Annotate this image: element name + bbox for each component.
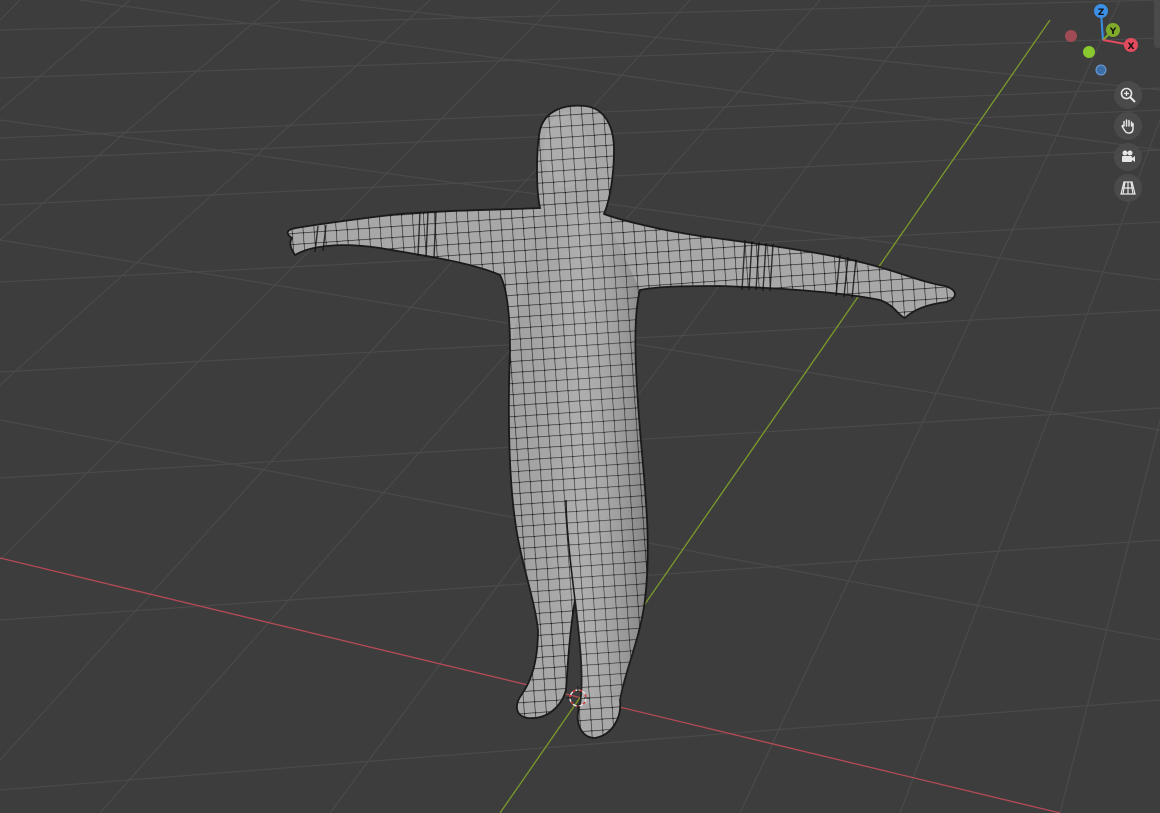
camera-view-button[interactable] bbox=[1114, 143, 1142, 171]
humanoid-mesh[interactable] bbox=[286, 104, 956, 739]
gizmo-z-label: Z bbox=[1098, 8, 1105, 18]
gizmo-neg-y[interactable] bbox=[1083, 46, 1095, 58]
perspective-toggle-button[interactable] bbox=[1114, 174, 1142, 202]
gizmo-neg-x[interactable] bbox=[1065, 30, 1077, 42]
gizmo-y-label: Y bbox=[1109, 27, 1117, 37]
perspective-grid-icon bbox=[1120, 181, 1136, 195]
viewport-scene[interactable] bbox=[0, 0, 1160, 813]
zoom-icon bbox=[1120, 87, 1136, 103]
camera-view-icon bbox=[1122, 150, 1135, 162]
pan-button[interactable] bbox=[1114, 112, 1142, 140]
gizmo-x-label: X bbox=[1128, 42, 1135, 52]
mesh-head-highlight bbox=[544, 112, 588, 188]
3d-viewport[interactable]: Z Y X bbox=[0, 0, 1160, 813]
pan-hand-icon bbox=[1121, 119, 1134, 134]
gizmo-neg-z[interactable] bbox=[1095, 64, 1107, 76]
zoom-button[interactable] bbox=[1114, 81, 1142, 109]
region-edge bbox=[1154, 0, 1160, 48]
navigation-gizmo[interactable]: Z Y X bbox=[1056, 0, 1160, 86]
